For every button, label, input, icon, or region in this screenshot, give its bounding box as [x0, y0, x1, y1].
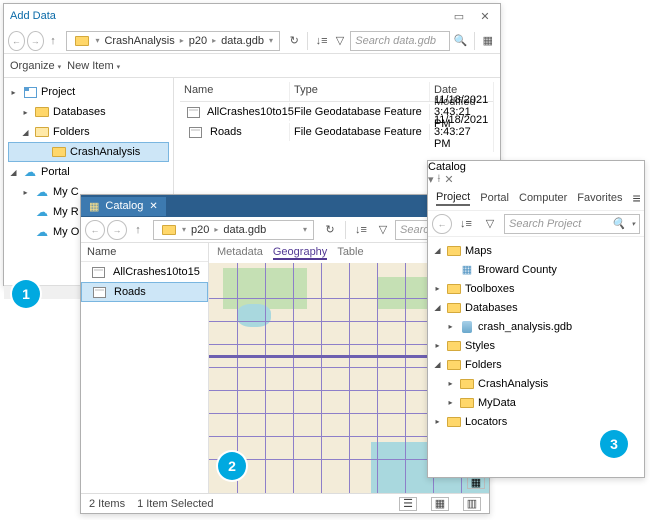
col-type[interactable]: Type	[290, 82, 430, 101]
tree-databases[interactable]: ▸Databases	[6, 102, 171, 122]
tree-styles[interactable]: ▸Styles	[430, 336, 642, 355]
tree-crashdb[interactable]: ▸crash_analysis.gdb	[430, 317, 642, 336]
catalog-view-list: Name AllCrashes10to15 Roads	[81, 243, 209, 493]
list-item[interactable]: Roads File Geodatabase Feature 11/18/202…	[180, 122, 494, 142]
status-selected: 1 Item Selected	[137, 498, 213, 510]
add-data-subtoolbar: Organize▾ New Item▾	[4, 54, 500, 78]
search-input[interactable]: Search Project 🔍▾	[504, 214, 640, 234]
tab-geography[interactable]: Geography	[273, 246, 327, 260]
up-button[interactable]: ↑	[46, 32, 61, 50]
add-data-toolbar: ← → ↑ ▾ CrashAnalysis▸ p20▸ data.gdb ▾ ↻…	[4, 28, 500, 54]
crumb-1[interactable]: CrashAnalysis	[101, 35, 177, 47]
list-item-selected[interactable]: Roads	[81, 282, 208, 302]
breadcrumb[interactable]: ▾ p20▸ data.gdb ▾	[153, 220, 314, 240]
crumb-2[interactable]: p20	[186, 35, 210, 47]
filter-icon[interactable]: ▽	[373, 220, 393, 240]
crumb-3[interactable]: data.gdb	[218, 35, 267, 47]
filter-icon[interactable]: ▽	[480, 214, 500, 234]
callout-badge-1: 1	[12, 280, 40, 308]
tree-crashanalysis[interactable]: CrashAnalysis	[8, 142, 169, 162]
pin-icon[interactable]: ⟊	[438, 173, 441, 186]
organize-menu[interactable]: Organize▾	[10, 60, 61, 72]
close-tab-icon[interactable]: ✕	[149, 201, 157, 212]
nav-portal[interactable]: Portal	[480, 192, 509, 204]
up-button[interactable]: ↑	[129, 221, 147, 239]
forward-button[interactable]: →	[107, 220, 127, 240]
back-button[interactable]: ←	[8, 31, 25, 51]
menu-icon[interactable]: ≡	[633, 190, 641, 206]
tree-databases[interactable]: ◢Databases	[430, 298, 642, 317]
sort-icon[interactable]: ↓≡	[313, 31, 329, 51]
nav-computer[interactable]: Computer	[519, 192, 567, 204]
tree-maps[interactable]: ◢Maps	[430, 241, 642, 260]
dropdown-icon[interactable]: ▾	[428, 173, 434, 186]
search-placeholder: Search data.gdb	[355, 35, 436, 47]
minimize-button[interactable]: ▭	[450, 7, 468, 25]
new-item-menu[interactable]: New Item▾	[67, 60, 120, 72]
col-name[interactable]: Name	[180, 82, 290, 101]
breadcrumb[interactable]: ▾ CrashAnalysis▸ p20▸ data.gdb ▾	[66, 31, 280, 51]
search-go-icon[interactable]: 🔍	[452, 31, 468, 51]
view-tiles-icon[interactable]: ▦	[431, 497, 449, 511]
sort-icon[interactable]: ↓≡	[351, 220, 371, 240]
list-item[interactable]: AllCrashes10to15	[81, 262, 208, 282]
catalog-view-statusbar: 2 Items 1 Item Selected ☰ ▦ ▥	[81, 493, 489, 513]
list-header[interactable]: Name	[81, 243, 208, 262]
back-button[interactable]: ←	[432, 214, 452, 234]
tree-crashanalysis[interactable]: ▸CrashAnalysis	[430, 374, 642, 393]
add-data-title: Add Data	[10, 10, 450, 22]
close-button[interactable]: ✕	[476, 7, 494, 25]
callout-badge-3: 3	[600, 430, 628, 458]
tree-portal[interactable]: ◢☁Portal	[6, 162, 171, 182]
nav-project[interactable]: Project	[436, 191, 470, 206]
view-list-icon[interactable]: ☰	[399, 497, 417, 511]
back-button[interactable]: ←	[85, 220, 105, 240]
callout-badge-2: 2	[218, 452, 246, 480]
view-columns-icon[interactable]: ▥	[463, 497, 481, 511]
tree-project[interactable]: ▸Project	[6, 82, 171, 102]
add-data-titlebar: Add Data ▭ ✕	[4, 4, 500, 28]
sort-icon[interactable]: ↓≡	[456, 214, 476, 234]
tree-folders[interactable]: ◢Folders	[6, 122, 171, 142]
view-mode-icon[interactable]: ▦	[480, 31, 496, 51]
forward-button[interactable]: →	[27, 31, 44, 51]
search-input[interactable]: Search data.gdb	[350, 31, 450, 51]
status-items: 2 Items	[89, 498, 125, 510]
tree-mydata[interactable]: ▸MyData	[430, 393, 642, 412]
cloud-icon: ☁	[22, 165, 38, 179]
filter-icon[interactable]: ▽	[332, 31, 348, 51]
refresh-icon[interactable]: ↻	[320, 220, 340, 240]
refresh-icon[interactable]: ↻	[286, 31, 302, 51]
catalog-pane-tree: ◢Maps ▦Broward County ▸Toolboxes ◢Databa…	[428, 237, 644, 435]
tree-toolboxes[interactable]: ▸Toolboxes	[430, 279, 642, 298]
tab-table[interactable]: Table	[337, 246, 363, 260]
catalog-pane-title: Catalog ▾ ⟊ ✕	[428, 161, 644, 186]
nav-favorites[interactable]: Favorites	[577, 192, 622, 204]
tree-folders[interactable]: ◢Folders	[430, 355, 642, 374]
tree-locators[interactable]: ▸Locators	[430, 412, 642, 431]
catalog-pane-nav: Project Portal Computer Favorites ≡	[428, 186, 644, 211]
tab-metadata[interactable]: Metadata	[217, 246, 263, 260]
close-icon[interactable]: ✕	[444, 173, 453, 186]
tree-broward[interactable]: ▦Broward County	[430, 260, 642, 279]
catalog-pane-toolbar: ← ↓≡ ▽ Search Project 🔍▾	[428, 211, 644, 237]
catalog-tab[interactable]: ▦ Catalog ✕	[81, 197, 166, 216]
